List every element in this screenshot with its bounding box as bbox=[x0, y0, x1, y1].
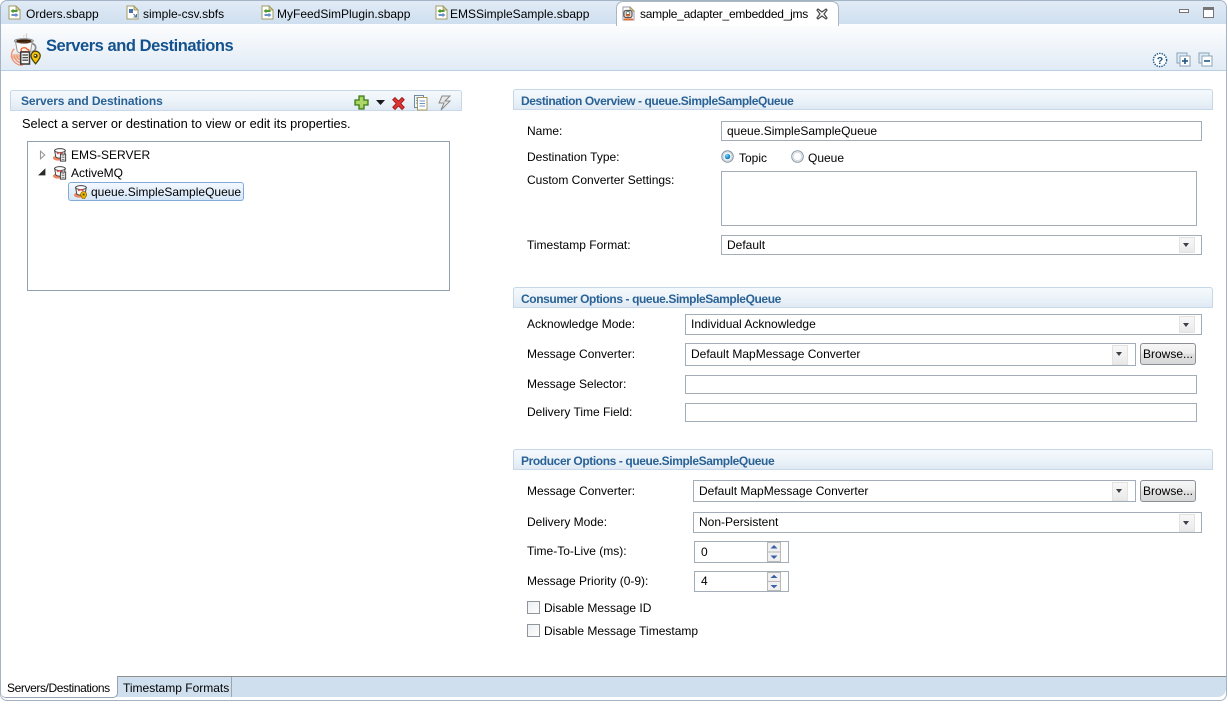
svg-text:?: ? bbox=[1157, 55, 1163, 67]
